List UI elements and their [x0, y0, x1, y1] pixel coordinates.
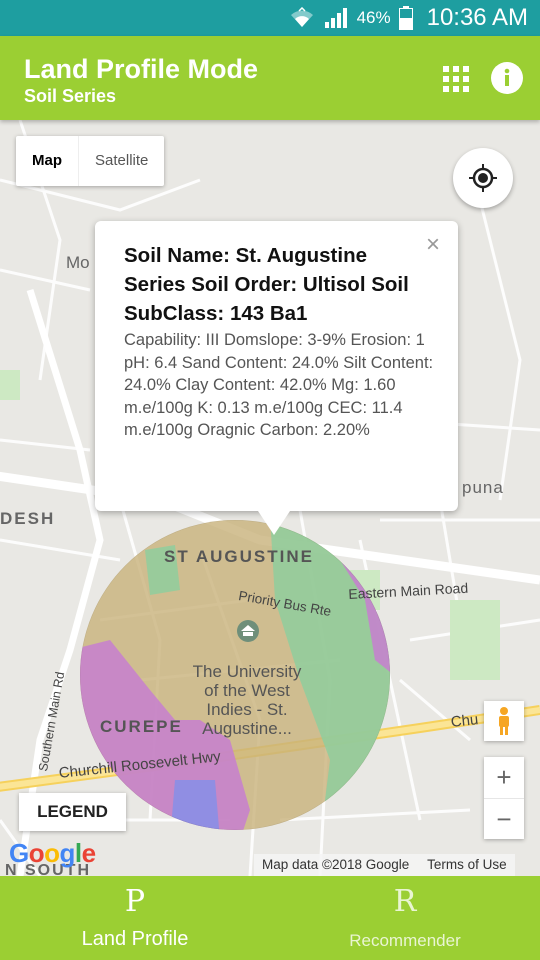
status-bar: 46% 10:36 AM: [0, 0, 540, 36]
university-line-1: The University: [192, 662, 302, 681]
app-bar: Land Profile Mode Soil Series: [0, 36, 540, 120]
land-profile-icon: P: [124, 884, 146, 919]
recommender-icon: R: [393, 884, 417, 919]
map-label-churchill-right: Chu: [450, 711, 480, 731]
crosshair-icon: [469, 164, 497, 192]
zoom-in-button[interactable]: +: [484, 757, 524, 798]
university-line-2: of the West: [204, 681, 290, 700]
pegman-icon: [499, 707, 509, 735]
grid-menu-icon[interactable]: [443, 66, 469, 92]
zoom-out-button[interactable]: −: [484, 798, 524, 839]
battery-percent: 46%: [356, 8, 391, 27]
wifi-icon: [289, 7, 315, 29]
legend-button[interactable]: LEGEND: [19, 793, 126, 831]
status-icons: 46% 10:36 AM: [289, 0, 528, 36]
nav-label-land-profile: Land Profile: [81, 928, 189, 950]
map-label-university: The University of the West Indies - St. …: [182, 662, 312, 738]
map-label-mo: Mo: [66, 253, 90, 272]
signal-icon: [323, 7, 349, 29]
map-type-map-button[interactable]: Map: [16, 136, 78, 186]
map-view[interactable]: ST AUGUSTINE Priority Bus Rte Eastern Ma…: [0, 120, 540, 876]
street-view-pegman-button[interactable]: [484, 701, 524, 741]
page-title: Land Profile Mode: [24, 54, 259, 84]
university-marker-icon[interactable]: [237, 620, 259, 642]
clock: 10:36 AM: [426, 4, 528, 31]
soil-info-details: Capability: III Domslope: 3-9% Erosion: …: [124, 331, 434, 439]
my-location-button[interactable]: [453, 148, 513, 208]
map-data-text: Map data ©2018 Google: [262, 857, 410, 872]
map-label-buna: puna: [462, 478, 504, 497]
map-attribution: Map data ©2018 Google Terms of Use: [254, 854, 515, 876]
map-type-satellite-button[interactable]: Satellite: [78, 136, 164, 186]
soil-info-window: × Soil Name: St. Augustine Series Soil O…: [95, 221, 458, 535]
google-logo: Google: [9, 838, 96, 868]
university-line-3: Indies - St.: [206, 700, 288, 719]
info-icon[interactable]: [491, 62, 523, 94]
terms-of-use-link[interactable]: Terms of Use: [427, 857, 507, 872]
university-line-4: Augustine...: [202, 719, 292, 738]
map-label-st-augustine: ST AUGUSTINE: [164, 547, 314, 566]
soil-info-title: Soil Name: St. Augustine Series Soil Ord…: [124, 244, 409, 325]
nav-item-land-profile[interactable]: P Land Profile: [0, 876, 270, 960]
page-subtitle: Soil Series: [24, 86, 117, 106]
nav-item-recommender[interactable]: R Recommender: [270, 876, 540, 960]
zoom-control: + −: [484, 757, 524, 839]
bottom-navigation: P Land Profile R Recommender: [0, 876, 540, 960]
battery-icon: [398, 6, 413, 30]
close-icon[interactable]: ×: [426, 231, 440, 259]
map-label-desh: DESH: [0, 509, 56, 528]
map-type-control: Map Satellite: [16, 136, 165, 186]
nav-label-recommender: Recommender: [349, 931, 461, 950]
map-label-curepe: CUREPE: [100, 717, 183, 736]
